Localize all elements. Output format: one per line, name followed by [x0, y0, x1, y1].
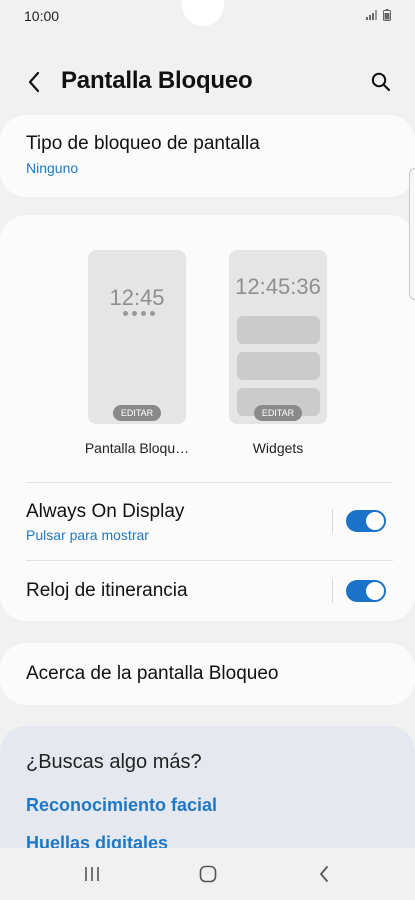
search-icon — [371, 72, 391, 92]
widgets-preview-label: Widgets — [252, 440, 304, 456]
widget-placeholder — [237, 352, 320, 380]
page-title: Pantalla Bloqueo — [61, 67, 253, 94]
lock-type-value: Ninguno — [26, 160, 79, 176]
recent-apps-button[interactable] — [72, 860, 112, 888]
divider — [26, 560, 393, 561]
chevron-left-icon — [28, 71, 40, 93]
camera-notch — [182, 0, 224, 26]
always-on-display-subtitle: Pulsar para mostrar — [26, 527, 149, 543]
about-lock-screen-title: Acerca de la pantalla Bloqueo — [26, 663, 279, 684]
widgets-preview[interactable]: 12:45:36 EDITAR — [229, 250, 327, 424]
navigation-bar — [0, 848, 415, 900]
roaming-clock-title[interactable]: Reloj de itinerancia — [26, 580, 188, 602]
lock-screen-settings-card: 12:45 EDITAR Pantalla Bloqu… 12:45:36 ED… — [0, 215, 415, 621]
separator — [332, 579, 333, 603]
home-button[interactable] — [188, 860, 228, 888]
about-lock-screen[interactable]: Acerca de la pantalla Bloqueo — [0, 643, 415, 705]
widgets-preview-clock: 12:45:36 — [235, 274, 321, 299]
lock-screen-preview-label: Pantalla Bloqu… — [84, 440, 190, 456]
scroll-handle[interactable] — [409, 168, 415, 300]
suggestions-title: ¿Buscas algo más? — [26, 751, 202, 773]
back-arrow-icon — [320, 866, 328, 882]
status-bar: 10:00 — [0, 0, 415, 34]
home-icon — [199, 865, 217, 883]
top-bar: Pantalla Bloqueo — [0, 52, 415, 112]
status-time: 10:00 — [24, 8, 60, 24]
roaming-clock-toggle[interactable] — [346, 580, 386, 602]
lock-type-setting[interactable]: Tipo de bloqueo de pantalla Ninguno — [0, 115, 415, 197]
always-on-display-toggle[interactable] — [346, 510, 386, 532]
separator — [332, 509, 333, 533]
back-nav-button[interactable] — [304, 860, 344, 888]
suggestions-card: ¿Buscas algo más? Reconocimiento facial … — [0, 726, 415, 856]
divider — [26, 482, 393, 483]
pin-dots — [123, 311, 155, 316]
face-recognition-link[interactable]: Reconocimiento facial — [26, 795, 217, 816]
always-on-display-title: Always On Display — [26, 501, 185, 522]
recent-apps-icon — [85, 867, 99, 881]
edit-lock-screen-button[interactable]: EDITAR — [113, 405, 161, 421]
signal-icon — [366, 10, 380, 20]
back-button[interactable] — [18, 66, 50, 98]
search-button[interactable] — [365, 66, 397, 98]
edit-widgets-button[interactable]: EDITAR — [254, 405, 302, 421]
lock-screen-preview[interactable]: 12:45 EDITAR — [88, 250, 186, 424]
preview-clock: 12:45 — [109, 285, 165, 310]
status-icons — [366, 9, 391, 21]
battery-icon — [383, 9, 391, 21]
widget-placeholder — [237, 316, 320, 344]
lock-type-title: Tipo de bloqueo de pantalla — [26, 133, 260, 154]
